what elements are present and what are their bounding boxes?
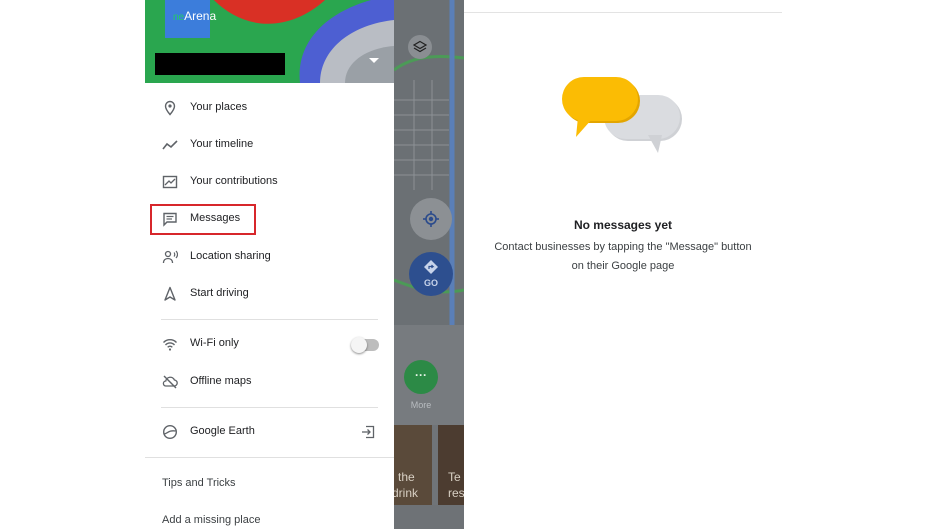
layers-icon (413, 40, 427, 53)
timeline-icon (162, 140, 178, 150)
subtitle-line: Contact businesses by tapping the "Messa… (494, 241, 752, 253)
my-location-button[interactable] (410, 198, 452, 240)
directions-icon (424, 260, 438, 274)
wifi-icon (162, 339, 178, 351)
menu-item-location-sharing[interactable]: Location sharing (145, 239, 394, 275)
wifi-only-toggle[interactable] (351, 337, 379, 353)
menu-divider (161, 407, 378, 408)
place-card-text: Te (448, 470, 461, 484)
account-header[interactable]: neArena (145, 0, 394, 83)
location-pin-icon (164, 100, 176, 116)
add-missing-place-link[interactable]: Add a missing place (162, 514, 260, 526)
menu-item-label: Google Earth (190, 425, 255, 437)
menu-item-label: Offline maps (190, 375, 252, 387)
menu-item-label: Your contributions (190, 175, 278, 187)
menu-item-label: Wi-Fi only (190, 337, 239, 349)
crosshair-icon (423, 211, 439, 227)
menu-item-google-earth[interactable]: Google Earth (145, 414, 394, 450)
menu-divider (161, 319, 378, 320)
tips-and-tricks-link[interactable]: Tips and Tricks (162, 477, 236, 489)
menu-item-your-contributions[interactable]: Your contributions (145, 164, 394, 200)
go-button[interactable]: GO (409, 252, 453, 296)
toggle-knob (351, 337, 367, 353)
google-earth-icon (162, 424, 178, 440)
menu-divider (145, 457, 394, 458)
menu-item-your-timeline[interactable]: Your timeline (145, 127, 394, 163)
more-label: More (410, 400, 432, 410)
menu-item-start-driving[interactable]: Start driving (145, 276, 394, 312)
navigation-arrow-icon (164, 286, 176, 301)
menu-item-label: Location sharing (190, 250, 271, 262)
menu-item-your-places[interactable]: Your places (145, 90, 394, 126)
header-place-label: neArena (173, 9, 216, 23)
navigation-drawer: neArena Your places Your timeline Your c… (145, 0, 394, 529)
menu-item-offline-maps[interactable]: Offline maps (145, 364, 394, 400)
menu-item-label: Your places (190, 101, 248, 113)
chat-bubbles-illustration (562, 77, 682, 153)
location-sharing-icon (162, 250, 178, 264)
go-label: GO (423, 278, 438, 288)
open-external-icon[interactable] (361, 425, 375, 439)
empty-state-subtitle: Contact businesses by tapping the "Messa… (464, 238, 782, 276)
offline-maps-icon (162, 375, 178, 389)
subtitle-line: on their Google page (571, 260, 675, 272)
place-card-text: drink (394, 486, 419, 500)
more-dots-icon: ··· (415, 368, 427, 382)
contributions-icon (162, 175, 178, 189)
header-place-prefix: ne (173, 12, 185, 23)
messages-panel: No messages yet Contact businesses by ta… (464, 0, 782, 529)
redacted-account-name (155, 53, 285, 75)
messages-highlight-box (150, 204, 256, 235)
empty-state-title: No messages yet (573, 218, 673, 232)
panel-top-divider (464, 12, 782, 13)
header-place-name: Arena (184, 9, 217, 23)
layers-button[interactable] (408, 35, 432, 59)
menu-item-label: Start driving (190, 287, 249, 299)
map-background: GO ··· More the drink Te res (394, 0, 464, 529)
more-button[interactable]: ··· (404, 360, 438, 394)
place-card-text: res (448, 486, 464, 500)
account-dropdown-icon[interactable] (369, 58, 379, 63)
menu-item-label: Your timeline (190, 138, 254, 150)
place-card-text: the (398, 470, 415, 484)
